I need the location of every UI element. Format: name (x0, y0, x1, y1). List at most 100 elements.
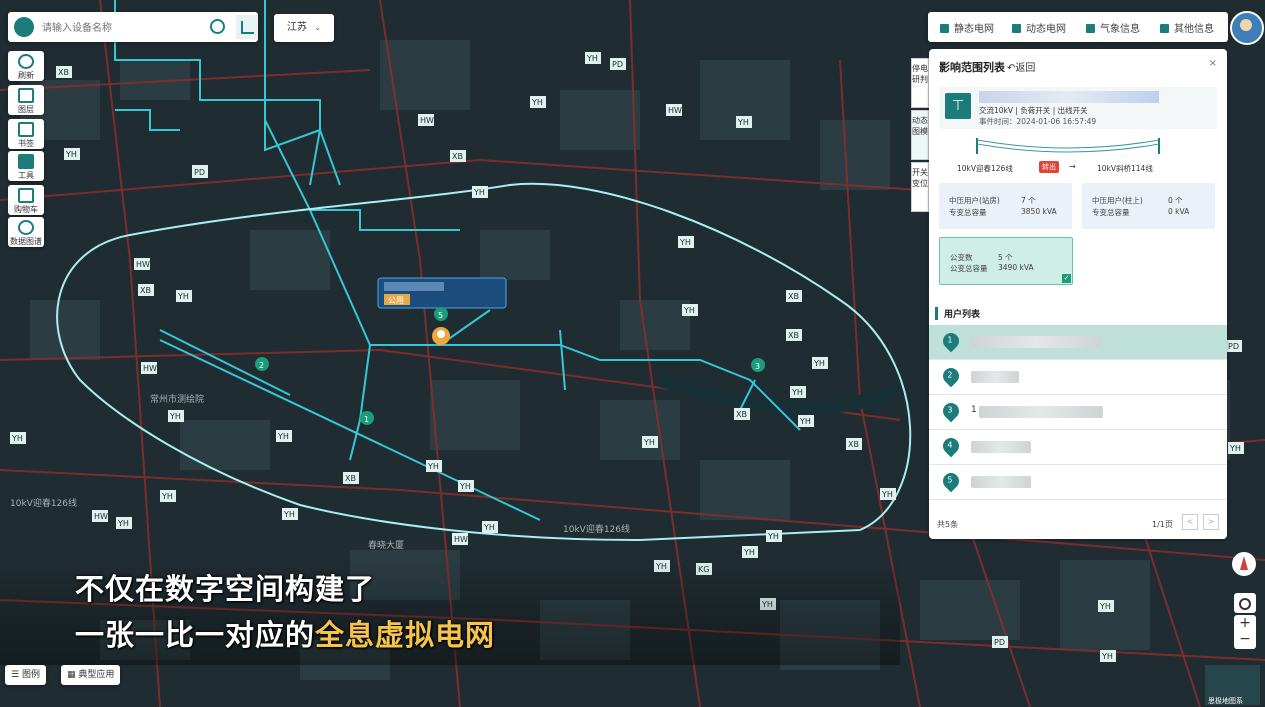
svg-text:YH: YH (11, 434, 23, 443)
region-select[interactable]: 江苏 ⌄ (274, 14, 334, 42)
svg-text:YH: YH (1101, 652, 1113, 661)
svg-text:YH: YH (277, 432, 289, 441)
subtitle-line-2: 一张一比一对应的全息虚拟电网 (75, 618, 496, 652)
impact-panel: 影响范围列表 ↶返回 × ⊤ 交流10kV | 负荷开关 | 出线开关 事件时间… (929, 49, 1227, 539)
prev-page-button[interactable]: < (1182, 514, 1198, 530)
map-marker-3[interactable]: 3 (751, 358, 765, 372)
line-label: 10kV迎春126线 (563, 523, 630, 535)
close-button[interactable]: × (1209, 58, 1217, 69)
pd-label: PD (992, 636, 1008, 648)
user-row-1[interactable]: 1 (929, 325, 1227, 360)
svg-text:YH: YH (459, 482, 471, 491)
user-name-redacted (971, 336, 1101, 348)
compass-icon (1240, 556, 1248, 570)
yh-label: YH (458, 480, 474, 492)
yh-label: YH (160, 490, 176, 502)
yh-label: YH (282, 508, 298, 520)
svg-text:YH: YH (427, 462, 439, 471)
yh-label: YH (812, 357, 828, 369)
xb-label: XB (786, 329, 802, 341)
tab-dynamic-model[interactable]: 动态图模 (911, 110, 929, 160)
zoom-out-button[interactable]: − (1234, 631, 1256, 647)
tool-toolbox-button[interactable]: 工具 (8, 151, 44, 181)
locate-button[interactable] (1234, 593, 1256, 613)
back-button[interactable]: ↶返回 (1007, 59, 1035, 74)
user-name-redacted (971, 441, 1031, 453)
tool-cart-button[interactable]: 购物车 (8, 185, 44, 215)
pd-label: PD (1226, 340, 1242, 352)
tab-outage-analysis[interactable]: 停电研判 (911, 58, 929, 108)
map-marker-2[interactable]: 2 (255, 357, 269, 371)
weather-icon (1086, 24, 1095, 33)
svg-text:YH: YH (1099, 602, 1111, 611)
pd-label: PD (192, 166, 208, 178)
svg-text:PD: PD (194, 168, 205, 177)
search-bar[interactable] (8, 12, 258, 42)
map-pin-icon: 1 (939, 329, 963, 353)
svg-text:YH: YH (117, 519, 129, 528)
legend-button[interactable]: ☰ 图例 (5, 665, 46, 685)
yh-label: YH (1098, 600, 1114, 612)
menu-dynamic-grid[interactable]: 动态电网 (1012, 20, 1066, 35)
search-icon[interactable] (210, 19, 225, 34)
tool-graph-button[interactable]: 数据图谱 (8, 217, 44, 247)
yh-label: YH (1228, 442, 1244, 454)
svg-text:YH: YH (643, 438, 655, 447)
yh-label: YH (530, 96, 546, 108)
yh-label: YH (642, 436, 658, 448)
xb-label: XB (734, 408, 750, 420)
map-marker-5[interactable]: 5 (434, 307, 448, 321)
yh-label: YH (736, 116, 752, 128)
user-name-redacted (971, 476, 1031, 488)
yh-label: YH (176, 290, 192, 302)
pd-label: PD (610, 58, 626, 70)
page-indicator: 1/1页 (1152, 520, 1173, 529)
user-name: 1 (971, 405, 977, 415)
user-avatar[interactable] (1230, 11, 1264, 45)
user-row-2[interactable]: 2 (929, 360, 1227, 395)
search-input[interactable] (40, 18, 204, 38)
device-type: 交流10kV | 负荷开关 | 出线开关 (979, 106, 1088, 115)
svg-text:XB: XB (345, 474, 356, 483)
tool-refresh-button[interactable]: 刷新 (8, 51, 44, 81)
yh-label: YH (64, 148, 80, 160)
hw-label: HW (418, 114, 434, 126)
user-row-3[interactable]: 3 1 (929, 395, 1227, 430)
locate-icon (1239, 598, 1251, 610)
subtitle-line-1: 不仅在数字空间构建了 (75, 572, 376, 606)
next-page-button[interactable]: > (1203, 514, 1219, 530)
subtitle-highlight: 全息虚拟电网 (315, 618, 496, 652)
compass-button[interactable] (1232, 552, 1256, 576)
user-row-5[interactable]: 5 (929, 465, 1227, 500)
scan-button[interactable] (236, 15, 258, 39)
menu-other-info[interactable]: 其他信息 (1160, 20, 1214, 35)
card-mv-station[interactable]: 中压用户(站房) 7 个 专变总容量 3850 kVA (939, 183, 1072, 229)
tool-layers-button[interactable]: 图层 (8, 85, 44, 115)
yh-label: YH (168, 410, 184, 422)
zoom-in-button[interactable]: + (1234, 615, 1256, 631)
menu-weather[interactable]: 气象信息 (1086, 20, 1140, 35)
svg-text:YH: YH (683, 306, 695, 315)
svg-text:XB: XB (452, 152, 463, 161)
svg-text:XB: XB (788, 292, 799, 301)
svg-text:YH: YH (767, 532, 779, 541)
svg-text:XB: XB (736, 410, 747, 419)
side-tabs: 停电研判 动态图模 开关变位 (911, 58, 929, 214)
card-public-transformer[interactable]: 公变数 5 个 公变总容量 3490 kVA ✓ (939, 237, 1073, 285)
card-mv-pole[interactable]: 中压用户(柱上) 0 个 专变总容量 0 kVA (1082, 183, 1215, 229)
typical-apps-button[interactable]: ▦ 典型应用 (61, 665, 121, 685)
xb-label: XB (138, 284, 154, 296)
tab-switch-change[interactable]: 开关变位 (911, 162, 929, 212)
user-row-4[interactable]: 4 (929, 430, 1227, 465)
svg-text:HW: HW (136, 260, 150, 269)
svg-text:XB: XB (788, 331, 799, 340)
svg-text:YH: YH (586, 54, 598, 63)
menu-static-grid[interactable]: 静态电网 (940, 20, 994, 35)
map-marker-1[interactable]: 1 (360, 411, 374, 425)
static-grid-icon (940, 24, 949, 33)
list-icon: ☰ (11, 670, 22, 680)
tool-bookmark-button[interactable]: 书签 (8, 119, 44, 149)
refresh-icon (18, 54, 34, 69)
hw-label: HW (92, 510, 108, 522)
transmission-tower-icon: ⊤ (945, 93, 971, 119)
